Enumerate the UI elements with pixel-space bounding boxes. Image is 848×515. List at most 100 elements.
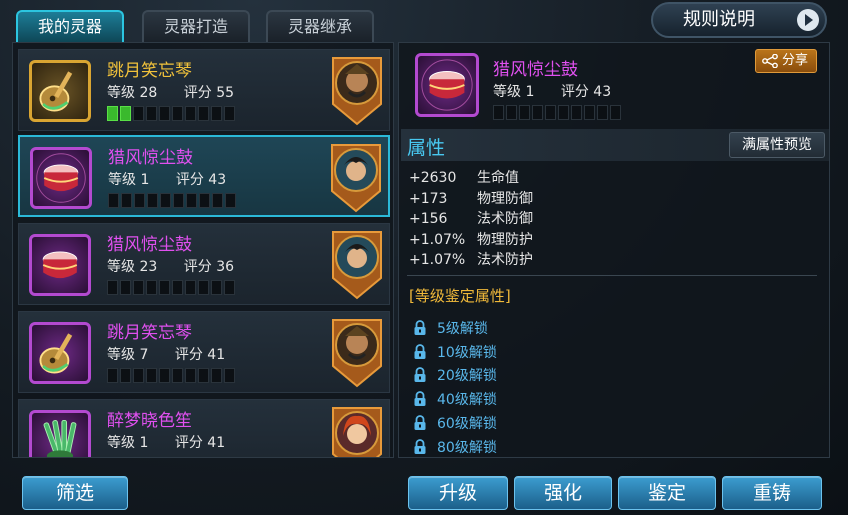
attribute-value: +1.07% bbox=[409, 231, 466, 248]
upgrade-button[interactable]: 升级 bbox=[408, 476, 508, 510]
attribute-value: +2630 bbox=[409, 170, 457, 186]
artifact-list-item[interactable]: 猎风惊尘鼓 等级 1 评分 43 bbox=[18, 135, 390, 217]
star-pip bbox=[532, 105, 543, 120]
identify-button[interactable]: 鉴定 bbox=[618, 476, 716, 510]
attribute-value: +1.07% bbox=[409, 252, 466, 268]
sheng-icon bbox=[29, 410, 91, 457]
full-attribute-preview-button[interactable]: 满属性预览 bbox=[729, 132, 825, 158]
identify-attributes-title: [等级鉴定属性] bbox=[409, 287, 511, 305]
unlock-row: 40级解锁 bbox=[413, 387, 497, 411]
score-label: 评分 bbox=[174, 347, 203, 363]
artifact-name: 醉梦晓色笙 bbox=[107, 411, 192, 431]
unlock-row: 20级解锁 bbox=[413, 364, 497, 388]
unlock-list: 5级解锁 10级解锁 20级解锁 40级解锁 60级解锁 80级解锁 bbox=[413, 316, 497, 457]
star-pip bbox=[107, 106, 118, 121]
attribute-list: +2630 生命值 +173 物理防御 +156 法术防御 +1.07% 物理防护 +1… bbox=[409, 167, 533, 270]
artifact-list-item[interactable]: 跳月笑忘琴 等级 7 评分 41 bbox=[18, 311, 390, 393]
star-pip bbox=[186, 193, 197, 208]
star-pip bbox=[584, 105, 595, 120]
star-pip bbox=[493, 105, 504, 120]
star-pip bbox=[224, 106, 235, 121]
unlock-row: 60级解锁 bbox=[413, 411, 497, 435]
unlock-row: 10级解锁 bbox=[413, 340, 497, 364]
artifact-name: 跳月笑忘琴 bbox=[107, 61, 192, 81]
artifact-stats: 等级 1 评分 43 bbox=[108, 169, 226, 189]
star-pip bbox=[172, 280, 183, 295]
star-progress bbox=[107, 106, 235, 121]
artifact-list-item[interactable]: 猎风惊尘鼓 等级 23 评分 36 bbox=[18, 223, 390, 305]
drum-icon bbox=[29, 234, 91, 296]
score-value: 55 bbox=[216, 85, 235, 101]
artifact-name: 跳月笑忘琴 bbox=[107, 323, 192, 343]
level-value: 23 bbox=[139, 259, 158, 275]
tab-artifact-forge[interactable]: 灵器打造 bbox=[142, 10, 250, 42]
detail-artifact-name: 猎风惊尘鼓 bbox=[493, 60, 578, 80]
star-pip bbox=[120, 280, 131, 295]
star-pip bbox=[147, 193, 158, 208]
swordsman-portrait bbox=[330, 143, 382, 213]
level-label: 等级 bbox=[108, 172, 136, 188]
star-pip bbox=[198, 106, 209, 121]
tab-artifact-inherit[interactable]: 灵器继承 bbox=[266, 10, 374, 42]
star-pip bbox=[108, 193, 119, 208]
star-pip bbox=[198, 280, 209, 295]
score-value: 36 bbox=[216, 259, 235, 275]
artifact-name: 猎风惊尘鼓 bbox=[107, 235, 192, 255]
enhance-button[interactable]: 强化 bbox=[514, 476, 612, 510]
lock-icon bbox=[414, 391, 426, 407]
artifact-list-item[interactable]: 跳月笑忘琴 等级 28 评分 55 bbox=[18, 49, 390, 131]
star-pip bbox=[211, 280, 222, 295]
heroine-portrait bbox=[331, 406, 383, 457]
star-pip bbox=[225, 193, 236, 208]
artifact-stats: 等级 7 评分 41 bbox=[107, 344, 225, 364]
attribute-name: 生命值 bbox=[477, 170, 519, 186]
star-pip bbox=[133, 368, 144, 383]
star-pip bbox=[134, 193, 145, 208]
star-pip bbox=[199, 193, 210, 208]
attribute-name: 物理防御 bbox=[477, 190, 533, 207]
star-pip bbox=[107, 368, 118, 383]
attribute-row: +2630 生命值 bbox=[409, 167, 533, 188]
level-value: 28 bbox=[139, 85, 158, 101]
artifact-list[interactable]: 跳月笑忘琴 等级 28 评分 55 猎风惊尘鼓 等级 1 评分 43 猎风惊尘鼓… bbox=[12, 42, 394, 458]
score-label: 评分 bbox=[560, 84, 589, 100]
tab-my-artifacts[interactable]: 我的灵器 bbox=[16, 10, 124, 42]
share-label: 分享 bbox=[782, 53, 809, 68]
divider bbox=[407, 275, 817, 276]
attribute-name: 法术防护 bbox=[477, 252, 533, 268]
share-button[interactable]: 分享 bbox=[755, 49, 817, 73]
unlock-label: 80级解锁 bbox=[437, 439, 497, 456]
star-pip bbox=[212, 193, 223, 208]
unlock-row: 80级解锁 bbox=[413, 435, 497, 457]
star-pip bbox=[506, 105, 517, 120]
filter-button[interactable]: 筛选 bbox=[22, 476, 128, 510]
play-icon bbox=[797, 9, 819, 31]
reforge-button[interactable]: 重铸 bbox=[722, 476, 822, 510]
star-pip bbox=[133, 280, 144, 295]
level-value: 1 bbox=[525, 84, 535, 100]
rules-button-label: 规则说明 bbox=[683, 9, 755, 30]
unlock-row: 5级解锁 bbox=[413, 316, 497, 340]
attribute-row: +173 物理防御 bbox=[409, 188, 533, 209]
lock-icon bbox=[414, 367, 426, 383]
star-pip bbox=[133, 106, 144, 121]
rules-button[interactable]: 规则说明 bbox=[651, 2, 827, 38]
attribute-row: +156 法术防御 bbox=[409, 208, 533, 229]
game-screen: 我的灵器 灵器打造 灵器继承 规则说明 跳月笑忘琴 等级 28 评分 55 猎风… bbox=[0, 0, 848, 515]
drum-icon bbox=[415, 53, 479, 117]
score-label: 评分 bbox=[183, 259, 212, 275]
unlock-label: 10级解锁 bbox=[437, 344, 497, 361]
star-progress bbox=[107, 368, 235, 383]
star-pip bbox=[597, 105, 608, 120]
artifact-detail-panel: 猎风惊尘鼓 等级 1 评分 43 分享 属性 满属性预览 +2630 生命值 +1… bbox=[398, 42, 830, 458]
attribute-value: +173 bbox=[409, 190, 448, 207]
star-pip bbox=[172, 368, 183, 383]
star-progress bbox=[108, 193, 236, 208]
star-pip bbox=[558, 105, 569, 120]
level-label: 等级 bbox=[107, 85, 135, 101]
level-label: 等级 bbox=[107, 259, 135, 275]
star-pip bbox=[185, 368, 196, 383]
warrior-portrait bbox=[331, 318, 383, 388]
star-pip bbox=[545, 105, 556, 120]
artifact-list-item[interactable]: 醉梦晓色笙 等级 1 评分 41 bbox=[18, 399, 390, 457]
